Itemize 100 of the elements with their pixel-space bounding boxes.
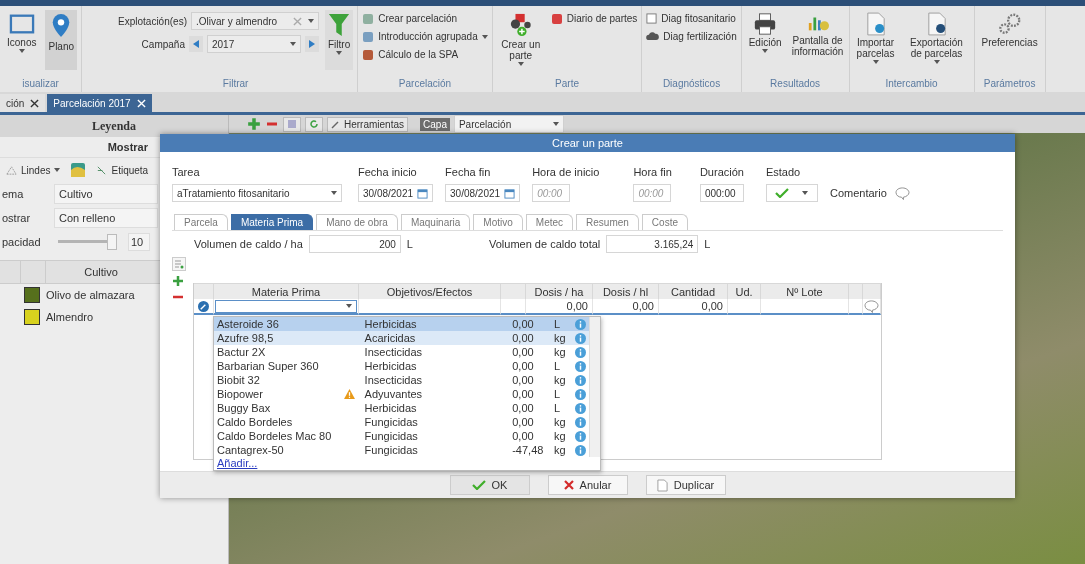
tab[interactable]: Maquinaria — [400, 214, 471, 230]
tab[interactable]: Metec — [525, 214, 574, 230]
ribbon-button[interactable]: Introducción agrupada — [362, 28, 488, 45]
product-name: Buggy Bax — [216, 401, 272, 415]
filtro-button[interactable]: Filtro — [324, 10, 354, 70]
column-chooser-button[interactable] — [172, 257, 186, 271]
previous-button[interactable] — [188, 36, 203, 52]
dropdown-item[interactable]: Azufre 98,5 Acaricidas 0,00 kg — [214, 331, 589, 345]
remove-icon[interactable] — [265, 122, 279, 126]
dropdown-item[interactable]: Biopower Adyuvantes 0,00 L — [214, 387, 589, 401]
unit-text: kg — [553, 415, 567, 429]
ribbon-button[interactable]: Diario de partes — [550, 10, 638, 27]
refresh-button[interactable] — [305, 116, 323, 132]
comment-icon[interactable] — [894, 186, 910, 200]
column-header — [501, 283, 526, 299]
herramientas-button[interactable]: Herramientas — [327, 116, 409, 132]
document-export-icon — [926, 12, 947, 36]
product-name: Biopower — [216, 387, 264, 401]
explotacion-dropdown[interactable]: .Olivar y almendro — [190, 12, 319, 30]
dropdown-item[interactable]: Caldo Bordeles Mac 80 Fungicidas 0,00 kg — [214, 429, 589, 443]
slider-thumb[interactable] — [107, 234, 118, 250]
check-icon — [471, 480, 486, 490]
cancel-button[interactable]: Anular — [547, 475, 628, 495]
next-button[interactable] — [304, 36, 319, 52]
dose-text: 0,00 — [511, 387, 535, 401]
dropdown-item[interactable]: Buggy Bax Herbicidas 0,00 L — [214, 401, 589, 415]
caret-icon — [517, 62, 524, 66]
add-icon[interactable] — [247, 117, 261, 131]
plano-button[interactable]: Plano — [45, 10, 78, 70]
volume-field[interactable]: 200 — [308, 235, 401, 253]
preferencias-button[interactable]: Preferencias — [978, 10, 1041, 70]
left-triangle-icon — [192, 40, 199, 48]
caret-icon — [933, 60, 940, 64]
dropdown-item[interactable]: Biobit 32 Insecticidas 0,00 kg — [214, 373, 589, 387]
ribbon-button[interactable]: Cálculo de la SPA — [362, 46, 488, 63]
campana-dropdown[interactable]: 2017 — [206, 35, 301, 53]
select-field[interactable]: Con relleno — [54, 208, 158, 228]
ribbon-button[interactable]: Diag fitosanitario — [646, 10, 737, 27]
ribbon-button[interactable]: Diag fertilización — [646, 28, 737, 45]
unit-label: L — [704, 238, 711, 250]
pantalla-button[interactable]: Pantalla de información — [790, 10, 845, 70]
tab[interactable]: Mano de obra — [316, 214, 398, 230]
dropdown-item[interactable]: Cantagrex-50 Fungicidas -47,48 kg — [214, 443, 589, 457]
add-link[interactable]: Añadir... — [214, 457, 258, 470]
exportacion-button[interactable]: Exportación de parcelas — [903, 10, 970, 70]
product-name: Azufre 98,5 — [216, 331, 275, 345]
iconos-button[interactable]: Iconos — [4, 10, 40, 70]
scrollbar[interactable] — [589, 317, 600, 457]
document-tab[interactable]: Parcelación 2017 — [47, 94, 152, 112]
product-name: Asteroide 36 — [216, 317, 280, 331]
importar-button[interactable]: Importar parcelas — [853, 10, 898, 70]
select-field[interactable]: Cultivo — [54, 184, 158, 204]
close-icon[interactable] — [30, 98, 40, 108]
unit-text: L — [553, 401, 562, 415]
add-icon[interactable] — [172, 275, 184, 287]
map-color-icon[interactable] — [70, 162, 87, 178]
volume-field[interactable]: 3.165,24 — [606, 235, 699, 253]
crear-parte-button[interactable]: Crear un parte — [496, 10, 545, 70]
estado-dropdown[interactable] — [765, 184, 818, 202]
capa-dropdown[interactable]: Parcelación — [453, 115, 564, 133]
legend-label: Almendro — [46, 311, 94, 323]
dropdown-item[interactable]: Barbarian Super 360 Herbicidas 0,00 L — [214, 359, 589, 373]
tarea-dropdown[interactable]: aTratamiento fitosanitario — [172, 184, 342, 202]
duration-field[interactable]: 000:00 — [699, 184, 744, 202]
tab[interactable]: Coste — [641, 214, 688, 230]
ribbon-button[interactable]: Crear parcelación — [362, 10, 488, 27]
product-name: Caldo Bordeles Mac 80 — [216, 429, 333, 443]
objective-text: Fungicidas — [363, 415, 419, 429]
objective-text: Adyuvantes — [363, 387, 424, 401]
caret-icon — [18, 49, 25, 53]
dropdown-item[interactable]: Caldo Bordeles Fungicidas 0,00 kg — [214, 415, 589, 429]
date-field[interactable]: 30/08/2021 — [358, 184, 434, 202]
remove-icon[interactable] — [172, 295, 184, 299]
objective-text: Herbicidas — [363, 359, 418, 373]
document-import-icon — [865, 12, 886, 36]
info-icon — [575, 374, 587, 386]
tab[interactable]: Motivo — [473, 214, 523, 230]
dropdown-item[interactable]: Bactur 2X Insecticidas 0,00 kg — [214, 345, 589, 359]
product-name: Bactur 2X — [216, 345, 267, 359]
dose-text: 0,00 — [511, 415, 535, 429]
time-field[interactable]: 00:00 — [532, 184, 571, 202]
group-label: Resultados — [769, 78, 822, 91]
date-field[interactable]: 30/08/2021 — [445, 184, 521, 202]
tab[interactable]: Materia Prima — [230, 214, 314, 230]
document-tab[interactable]: ción — [0, 94, 46, 112]
edicion-button[interactable]: Edición — [745, 10, 785, 70]
dose-text: 0,00 — [511, 429, 535, 443]
caret-icon — [802, 191, 809, 195]
tab[interactable]: Parcela — [174, 214, 228, 230]
info-icon — [575, 402, 587, 414]
duplicate-button[interactable]: Duplicar — [645, 475, 726, 495]
time-field[interactable]: 00:00 — [633, 184, 672, 202]
tab[interactable]: Resumen — [576, 214, 639, 230]
save-button[interactable] — [283, 116, 301, 132]
ok-button[interactable]: OK — [449, 475, 530, 495]
field-label: Duración — [699, 166, 744, 178]
field-label: Fecha inicio — [358, 166, 418, 178]
etiqueta-button[interactable]: Etiqueta — [96, 161, 149, 179]
dropdown-item[interactable]: Asteroide 36 Herbicidas 0,00 L — [214, 317, 589, 331]
lindes-button[interactable]: Lindes — [6, 161, 61, 179]
